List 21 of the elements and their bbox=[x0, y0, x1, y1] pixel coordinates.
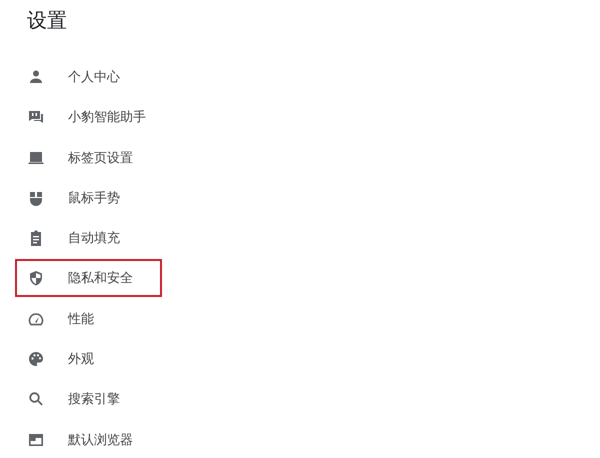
menu-item[interactable]: 性能 bbox=[15, 300, 162, 338]
search-icon bbox=[28, 391, 44, 408]
menu-item[interactable]: 自动填充 bbox=[15, 219, 162, 258]
menu-item[interactable]: 小豹智能助手 bbox=[15, 98, 162, 136]
person-icon bbox=[28, 69, 44, 85]
gauge-icon bbox=[28, 310, 44, 327]
mouse-icon bbox=[28, 190, 44, 206]
clipboard-icon bbox=[28, 230, 44, 246]
menu-item[interactable]: 鼠标手势 bbox=[15, 178, 162, 217]
menu-item[interactable]: 个人中心 bbox=[15, 58, 162, 96]
browser-window-icon bbox=[28, 432, 44, 448]
shield-icon bbox=[28, 270, 44, 286]
menu-item[interactable]: 外观 bbox=[15, 340, 162, 378]
menu-item[interactable]: 默认浏览器 bbox=[15, 420, 162, 458]
laptop-icon bbox=[28, 150, 44, 166]
menu-item[interactable]: 标签页设置 bbox=[15, 138, 162, 177]
palette-icon bbox=[28, 351, 44, 368]
chat-icon bbox=[28, 109, 44, 126]
settings-title: 设置 bbox=[27, 7, 68, 34]
menu-item[interactable]: 隐私和安全 bbox=[15, 259, 162, 298]
menu-item[interactable]: 搜索引擎 bbox=[15, 380, 162, 418]
